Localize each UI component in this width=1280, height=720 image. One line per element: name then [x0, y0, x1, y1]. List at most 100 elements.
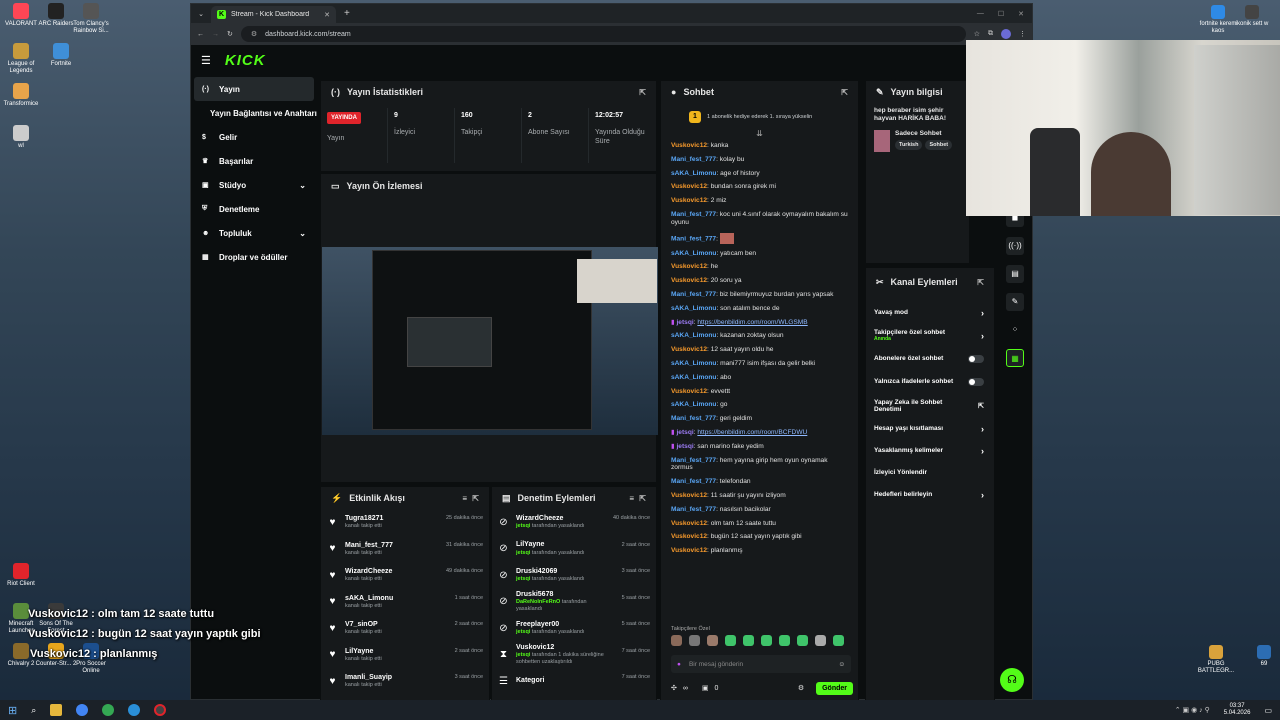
chat-username[interactable]: jetsqi: [676, 319, 693, 326]
channel-action-row[interactable]: Abonelere özel sohbet: [866, 348, 994, 370]
file-explorer-icon[interactable]: [50, 704, 63, 716]
chat-username[interactable]: sAKA_Limonu: [671, 170, 716, 177]
channel-action-row[interactable]: Yavaş mod ›: [866, 302, 994, 324]
stream-tag[interactable]: Turkish: [895, 139, 923, 150]
moderation-row[interactable]: ⊘ WizardCheeze jetsqi tarafından yasakland…: [492, 509, 656, 536]
chrome-profile-icon[interactable]: [102, 704, 115, 716]
support-button[interactable]: ☊: [1000, 668, 1024, 692]
chat-username[interactable]: sAKA_Limonu: [671, 401, 716, 408]
chat-username[interactable]: Vuskovic12: [671, 277, 707, 284]
moderator-name[interactable]: jetsqi: [516, 523, 530, 529]
tray-icons[interactable]: ⌃ ▣ ◉ ♪ ⚲: [1175, 706, 1210, 714]
forward-icon[interactable]: →: [212, 31, 219, 38]
activity-row[interactable]: ♥ Mani_fest_777 kanalı takip etti 31 dakika…: [321, 536, 489, 563]
chat-settings-icon[interactable]: ⚙: [798, 684, 804, 692]
emote-icon[interactable]: [833, 635, 844, 646]
moderator-name[interactable]: jetsqi: [516, 652, 530, 658]
tab-kick-dashboard[interactable]: K Stream - Kick Dashboard ✕: [211, 6, 336, 23]
moderator-name[interactable]: jetsqi: [516, 550, 530, 556]
emote-icon[interactable]: [743, 635, 754, 646]
filter-icon[interactable]: ≡: [629, 494, 634, 503]
activity-username[interactable]: Imanli_Suayip: [345, 674, 392, 682]
emoji-icon[interactable]: ☺: [838, 661, 845, 668]
moderation-target[interactable]: Freeplayer00: [516, 621, 585, 629]
desktop-icon[interactable]: ikonik sett w: [1232, 5, 1272, 28]
emote-icon[interactable]: [707, 635, 718, 646]
hamburger-menu-icon[interactable]: ☰: [201, 54, 211, 67]
chat-username[interactable]: Mani_fest_777: [671, 478, 716, 485]
chat-username[interactable]: Vuskovic12: [671, 263, 707, 270]
maximize-icon[interactable]: ☐: [998, 10, 1004, 18]
filter-icon[interactable]: ≡: [462, 494, 467, 503]
chat-username[interactable]: sAKA_Limonu: [671, 360, 716, 367]
sidebar-item-gelir[interactable]: $ Gelir: [194, 125, 314, 149]
channel-action-row[interactable]: Hesap yaşı kısıtlaması ›: [866, 418, 994, 440]
activity-username[interactable]: Mani_fest_777: [345, 542, 393, 550]
desktop-icon[interactable]: Fortnite: [39, 43, 83, 68]
tab-close-icon[interactable]: ✕: [324, 11, 330, 19]
moderation-target[interactable]: Druski42069: [516, 568, 585, 576]
channel-action-row[interactable]: Yapay Zeka ile Sohbet Denetimi ⇱: [866, 394, 994, 418]
moderation-row[interactable]: ☰ Kategori 7 saat önce: [492, 668, 656, 695]
new-tab-icon[interactable]: +: [344, 8, 350, 19]
chat-username[interactable]: Mani_fest_777: [671, 291, 716, 298]
desktop-icon[interactable]: 69: [1244, 645, 1280, 668]
layout-icon[interactable]: ▤: [1006, 265, 1024, 283]
toggle-switch[interactable]: [968, 378, 984, 386]
activity-username[interactable]: LilYayne: [345, 648, 382, 656]
chat-username[interactable]: Vuskovic12: [671, 346, 707, 353]
chat-input[interactable]: ● Bir mesaj gönderin ☺: [671, 655, 851, 673]
back-icon[interactable]: ←: [197, 31, 204, 38]
profile-avatar[interactable]: [1001, 29, 1011, 39]
notification-icon[interactable]: ▭: [1264, 706, 1272, 715]
clips-icon[interactable]: ▦: [1006, 349, 1024, 367]
sidebar-item-stüdyo[interactable]: ▣ Stüdyo ⌄: [194, 173, 314, 197]
sidebar-item-yayın[interactable]: (·) Yayın: [194, 77, 314, 101]
activity-username[interactable]: WizardCheeze: [345, 568, 392, 576]
moderation-row[interactable]: ⊘ Druski42069 jetsqi tarafından yasaklandı…: [492, 562, 656, 589]
emote-icon[interactable]: [725, 635, 736, 646]
channel-action-row[interactable]: İzleyici Yönlendir: [866, 462, 994, 484]
chat-username[interactable]: Vuskovic12: [671, 533, 707, 540]
activity-row[interactable]: ♥ Tugra18271 kanalı takip etti 25 dakika ön…: [321, 509, 489, 536]
emote-icon[interactable]: [761, 635, 772, 646]
chrome-icon[interactable]: [76, 704, 89, 716]
activity-username[interactable]: Tugra18271: [345, 515, 383, 523]
chat-username[interactable]: Mani_fest_777: [671, 415, 716, 422]
sidebar-item-yayın-bağlantısı-ve-anahtarı[interactable]: Yayın Bağlantısı ve Anahtarı: [194, 101, 317, 125]
desktop-icon[interactable]: Transformice: [0, 83, 43, 108]
tab-list-icon[interactable]: ⌄: [191, 10, 211, 18]
emote-icon[interactable]: [779, 635, 790, 646]
moderation-row[interactable]: ⊘ LilYayne jetsqi tarafından yasaklandı 2 s…: [492, 536, 656, 563]
broadcast-toggle-icon[interactable]: ((·)): [1006, 237, 1024, 255]
activity-row[interactable]: ♥ sAKA_Limonu kanalı takip etti 1 saat önce: [321, 589, 489, 616]
desktop-icon[interactable]: PUBG BATTLEGR...: [1196, 645, 1236, 674]
moderation-target[interactable]: LilYayne: [516, 541, 585, 549]
chat-username[interactable]: Mani_fest_777: [671, 506, 716, 513]
desktop-icon[interactable]: Riot Client: [0, 563, 43, 588]
activity-row[interactable]: ♥ V7_sinOP kanalı takip etti 2 saat önce: [321, 615, 489, 642]
moderator-name[interactable]: DaReNoInFeRnO: [516, 599, 560, 605]
sidebar-item-denetleme[interactable]: ⛨ Denetleme: [194, 197, 314, 221]
moderation-target[interactable]: Vuskovic12: [516, 644, 611, 652]
tools-icon[interactable]: ✎: [1006, 293, 1024, 311]
window-close-icon[interactable]: ✕: [1018, 10, 1024, 18]
activity-row[interactable]: ♥ Imanli_Suayip kanalı takip etti 3 saat ön…: [321, 668, 489, 695]
chat-username[interactable]: Vuskovic12: [671, 520, 707, 527]
activity-row[interactable]: ♥ LilYayne kanalı takip etti 2 saat önce: [321, 642, 489, 669]
chat-username[interactable]: jetsqi: [676, 429, 693, 436]
chat-username[interactable]: sAKA_Limonu: [671, 250, 716, 257]
scroll-down-icon[interactable]: ⇊: [661, 129, 858, 138]
channel-action-row[interactable]: Hedefleri belirleyin ›: [866, 484, 994, 506]
emote-icon[interactable]: [671, 635, 682, 646]
chat-username[interactable]: Vuskovic12: [671, 183, 707, 190]
chat-username[interactable]: jetsqi: [676, 443, 693, 450]
points-icon[interactable]: ✣: [671, 684, 677, 692]
emote-icon[interactable]: [797, 635, 808, 646]
url-field[interactable]: ⚙ dashboard.kick.com/stream: [240, 26, 966, 42]
chat-username[interactable]: Mani_fest_777: [671, 235, 716, 242]
browser-menu-icon[interactable]: ⋮: [1019, 30, 1026, 38]
start-icon[interactable]: ⊞: [8, 704, 17, 717]
channel-action-row[interactable]: Takipçilere özel sohbet Anında ›: [866, 324, 994, 348]
chat-username[interactable]: Mani_fest_777: [671, 211, 716, 218]
